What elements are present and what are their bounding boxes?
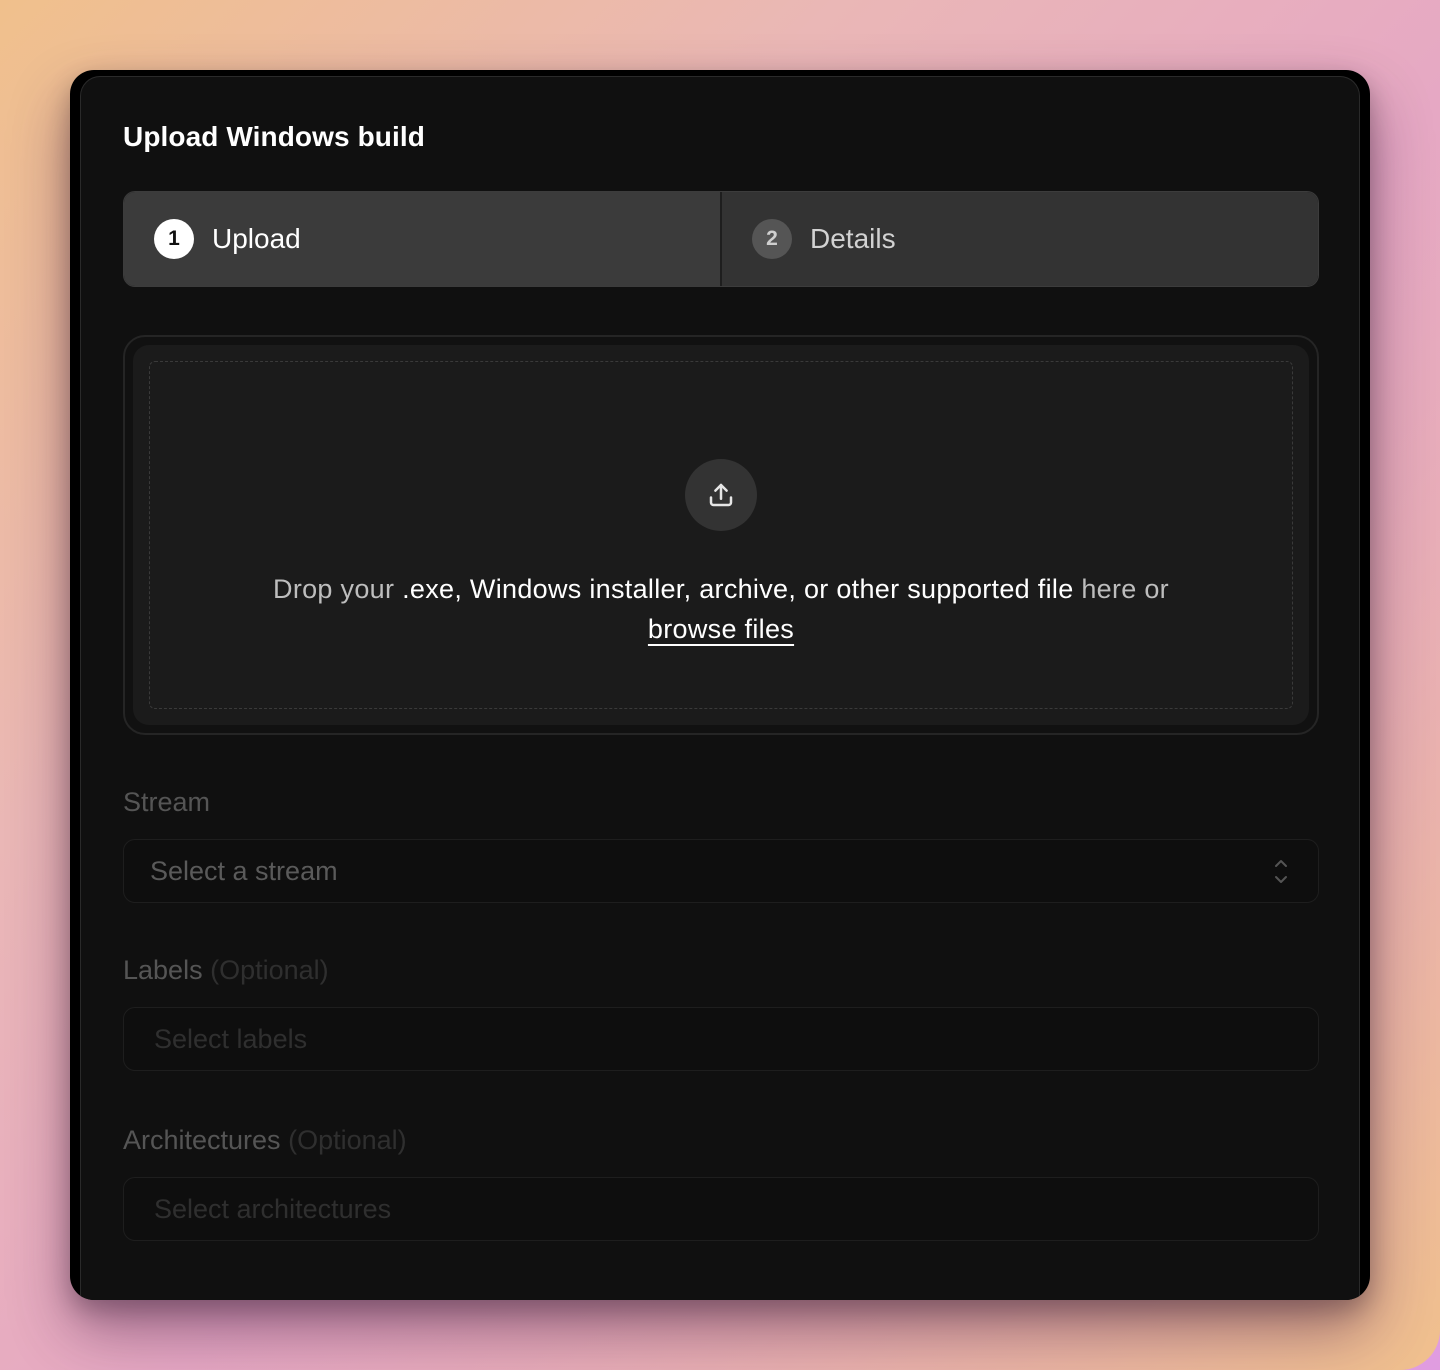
labels-label-text: Labels xyxy=(123,955,203,985)
dropzone-dashed-border: Drop your .exe, Windows installer, archi… xyxy=(149,361,1293,709)
architectures-label-text: Architectures xyxy=(123,1125,281,1155)
step-upload[interactable]: 1 Upload xyxy=(124,192,720,286)
dropzone-text-prefix: Drop your xyxy=(273,574,403,604)
step-number-badge: 1 xyxy=(154,219,194,259)
labels-placeholder: Select labels xyxy=(154,1023,308,1054)
dropzone-text-suffix: here or xyxy=(1073,574,1169,604)
stream-label: Stream xyxy=(123,787,210,818)
step-details[interactable]: 2 Details xyxy=(722,192,1318,286)
stepper: 1 Upload 2 Details xyxy=(123,191,1319,287)
architectures-label: Architectures (Optional) xyxy=(123,1125,407,1156)
stream-label-text: Stream xyxy=(123,787,211,817)
dialog-title: Upload Windows build xyxy=(123,121,425,152)
dropzone-supported-files: .exe, Windows installer, archive, or oth… xyxy=(402,574,1074,604)
dropzone-instructions: Drop your .exe, Windows installer, archi… xyxy=(150,569,1292,649)
architectures-optional-hint: (Optional) xyxy=(288,1125,407,1155)
labels-label: Labels (Optional) xyxy=(123,955,329,986)
stream-placeholder: Select a stream xyxy=(150,855,338,886)
step-number-badge: 2 xyxy=(752,219,792,259)
architectures-select[interactable]: Select architectures xyxy=(123,1177,1319,1241)
file-dropzone[interactable]: Drop your .exe, Windows installer, archi… xyxy=(123,335,1319,735)
browse-files-link[interactable]: browse files xyxy=(648,614,794,644)
stream-select[interactable]: Select a stream xyxy=(123,839,1319,903)
labels-optional-hint: (Optional) xyxy=(210,955,329,985)
upload-dialog-panel: Upload Windows build 1 Upload 2 Details xyxy=(80,76,1360,1300)
upload-dialog-window: Upload Windows build 1 Upload 2 Details xyxy=(70,70,1370,1300)
dropzone-inner: Drop your .exe, Windows installer, archi… xyxy=(133,345,1309,725)
step-label: Details xyxy=(810,223,896,254)
step-label: Upload xyxy=(212,223,301,254)
architectures-placeholder: Select architectures xyxy=(154,1193,392,1224)
upload-icon xyxy=(685,459,757,531)
labels-select[interactable]: Select labels xyxy=(123,1007,1319,1071)
chevron-up-down-icon xyxy=(1274,858,1288,893)
